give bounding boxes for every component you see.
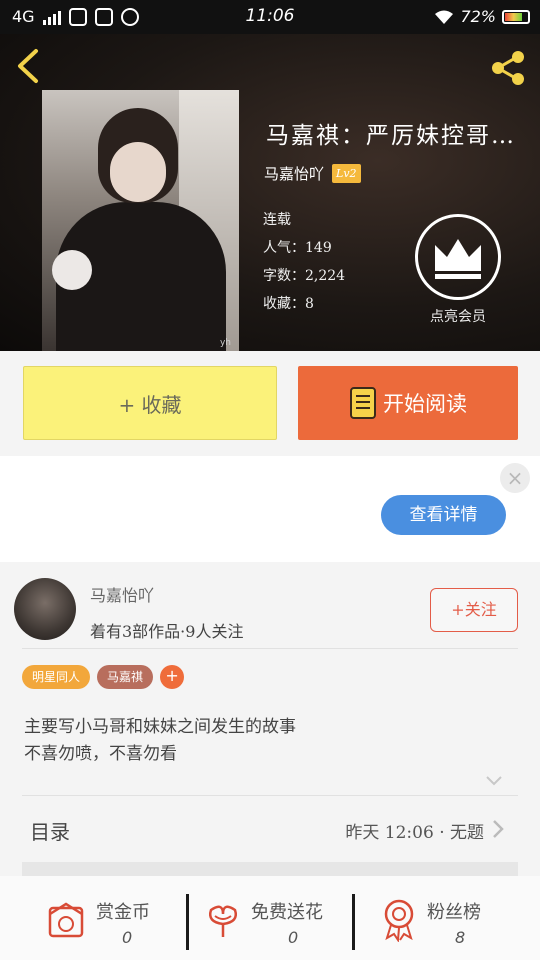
follow-button[interactable]: +关注: [430, 588, 518, 632]
book-icon: [350, 387, 376, 419]
avatar[interactable]: [14, 578, 76, 640]
battery-percent: 72%: [460, 7, 496, 26]
wifi-icon: [435, 10, 454, 24]
start-reading-button[interactable]: 开始阅读: [298, 366, 518, 440]
favorites-count: 收藏：8: [263, 296, 314, 312]
flower-icon: [209, 905, 237, 937]
coin-envelope-icon: [48, 902, 84, 938]
medal-icon: [384, 899, 414, 942]
chevron-down-icon: [486, 776, 502, 786]
tag-item[interactable]: 马嘉祺: [97, 665, 154, 689]
fan-ranking-button[interactable]: 粉丝榜 8: [355, 876, 540, 960]
popularity: 人气：149: [263, 240, 332, 256]
author-stats: 着有3部作品·9人关注: [90, 622, 244, 641]
tag-list: 明星同人 马嘉祺 +: [22, 665, 185, 689]
back-arrow-icon: [18, 49, 38, 83]
view-details-button[interactable]: 查看详情: [381, 495, 506, 535]
cover-watermark: yh: [219, 338, 231, 348]
status-right: 72%: [434, 7, 530, 26]
chevron-right-icon: [493, 820, 504, 838]
reward-label: 赏金币: [96, 902, 150, 923]
fans-value: 8: [455, 928, 466, 947]
author-name[interactable]: 马嘉怡吖: [264, 163, 324, 184]
book-meta: 连载 人气：149 字数：2,224 收藏：8: [263, 206, 345, 318]
ad-banner: × 查看详情: [0, 456, 540, 562]
divider: [22, 648, 518, 649]
battery-icon: [502, 9, 530, 24]
book-title: 马嘉祺：严厉妹控哥…: [266, 123, 516, 149]
add-tag-button[interactable]: +: [160, 665, 185, 689]
status-bar: 4G 11:06 72%: [0, 0, 540, 34]
tag-item[interactable]: 明星同人: [22, 665, 91, 689]
serial-status: 连载: [263, 212, 291, 228]
bottom-bar: 赏金币 0 免费送花 0 粉丝榜 8: [0, 876, 540, 960]
send-flower-button[interactable]: 免费送花 0: [189, 876, 353, 960]
word-count: 字数：2,224: [263, 268, 346, 284]
share-icon: [492, 51, 524, 85]
synopsis-line: 主要写小马哥和妹妹之间发生的故事: [24, 717, 296, 737]
author-card-name[interactable]: 马嘉怡吖: [90, 582, 154, 606]
synopsis: 主要写小马哥和妹妹之间发生的故事 不喜勿喷，不喜勿看: [24, 714, 514, 768]
flower-label: 免费送花: [251, 902, 323, 923]
latest-chapter: 昨天 12:06 · 无题: [345, 823, 484, 843]
start-reading-label: 开始阅读: [383, 392, 467, 416]
book-header: yh 马嘉祺：严厉妹控哥… 马嘉怡吖 Lv2 连载 人气：149 字数：2,22…: [0, 34, 540, 351]
collect-button[interactable]: + 收藏: [23, 366, 277, 440]
vip-label[interactable]: 点亮会员: [405, 306, 511, 326]
vip-button[interactable]: [415, 214, 501, 300]
level-badge: Lv2: [332, 164, 361, 183]
reward-value: 0: [122, 928, 133, 947]
back-button[interactable]: [14, 48, 44, 84]
ad-close-button[interactable]: ×: [500, 463, 530, 493]
fans-label: 粉丝榜: [427, 902, 481, 923]
share-button[interactable]: [488, 48, 528, 88]
flower-value: 0: [288, 928, 299, 947]
author-card: 马嘉怡吖 着有3部作品·9人关注 +关注: [0, 562, 540, 652]
toc-label: 目录: [30, 820, 70, 844]
expand-synopsis-button[interactable]: [484, 770, 504, 790]
book-cover[interactable]: yh: [42, 90, 239, 351]
reward-coins-button[interactable]: 赏金币 0: [0, 876, 188, 960]
author-row: 马嘉怡吖 Lv2: [264, 163, 361, 184]
crown-icon: [435, 239, 481, 279]
action-bar: + 收藏 开始阅读: [0, 351, 540, 456]
section-spacer: [22, 862, 518, 876]
table-of-contents-row[interactable]: 目录 昨天 12:06 · 无题: [0, 796, 540, 862]
synopsis-line: 不喜勿喷，不喜勿看: [24, 744, 177, 764]
